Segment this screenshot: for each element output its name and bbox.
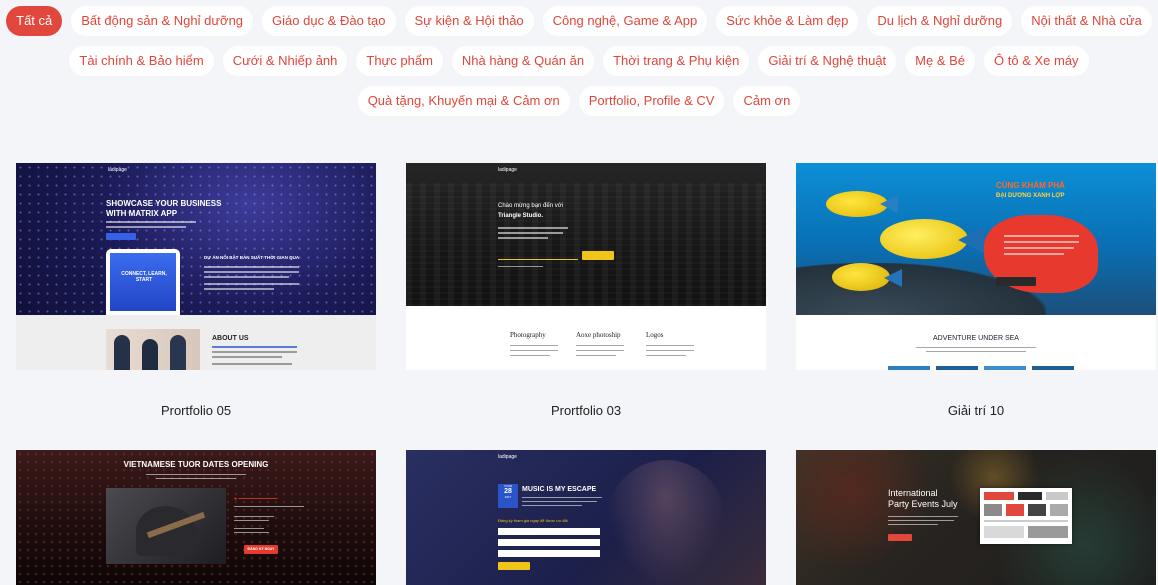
thumb-date-day: 28 [504,488,512,495]
thumb-headline: VIETNAMESE TUOR DATES OPENING [123,460,269,469]
filter-chip[interactable]: Thời trang & Phụ kiện [603,46,750,76]
template-thumbnail[interactable]: ladipage Chào mừng bạn đến với Triangle … [406,163,766,370]
thumb-headline: WITH MATRIX APP [106,209,178,218]
filter-chip[interactable]: Portfolio, Profile & CV [578,86,725,116]
thumb-section-title: DỰ ÁN NỔI BẬT BẢN SUẤT THỜI GIAN QUA [204,255,300,260]
filter-chip[interactable]: Sức khỏe & Làm đẹp [716,6,859,36]
filter-chip[interactable]: Tài chính & Bảo hiểm [69,46,214,76]
thumb-service: Aoxe photoship [576,331,621,339]
thumb-brand: ladipage [108,167,127,173]
thumb-form-title: Đăng ký tham gia ngay để được ưu đãi [498,518,568,523]
filter-chip[interactable]: Nội thất & Nhà cửa [1021,6,1152,36]
thumb-phone-text: CONNECT, LEARN, START [121,271,167,283]
filter-chip[interactable]: Giáo dục & Đào tạo [262,6,396,36]
filter-row-2: Tài chính & Bảo hiểm Cưới & Nhiếp ảnh Thực… [0,46,1158,76]
thumb-button: ĐĂNG KÝ NGAY [247,547,275,551]
filter-chip[interactable]: Cảm ơn [733,86,801,116]
template-thumbnail[interactable]: International Party Events July [796,450,1156,585]
thumb-about-title: ABOUT US [212,335,249,342]
thumb-headline: Chào mừng bạn đến với [498,203,563,209]
category-filter-bar: Tất cả Bất động sản & Nghỉ dưỡng Giáo dục … [0,6,1158,126]
thumb-headline: SHOWCASE YOUR BUSINESS [106,199,222,208]
filter-chip[interactable]: Du lịch & Nghỉ dưỡng [867,6,1013,36]
filter-chip[interactable]: Ô tô & Xe máy [984,46,1089,76]
thumb-section-title: ADVENTURE UNDER SEA [933,335,1019,342]
filter-row-3: Quà tặng, Khuyến mại & Cảm ơn Portfolio, … [0,86,1158,116]
template-name[interactable]: Prortfolio 03 [406,403,766,418]
template-thumbnail[interactable]: VIETNAMESE TUOR DATES OPENING ● ━━━━━━━━… [16,450,376,585]
filter-chip[interactable]: Công nghệ, Game & App [542,6,708,36]
thumb-headline: ĐẠI DƯƠNG XANH LỢP [996,193,1065,199]
filter-chip[interactable]: Quà tặng, Khuyến mại & Cảm ơn [357,86,570,116]
filter-chip[interactable]: Nhà hàng & Quán ăn [451,46,595,76]
thumb-brand: ladipage [498,454,517,460]
filter-chip[interactable]: Thực phẩm [356,46,443,76]
filter-chip[interactable]: Bất động sản & Nghỉ dưỡng [71,6,254,36]
template-thumbnail[interactable]: ladipage YOUR 28 2017 MUSIC IS MY ESCAPE… [406,450,766,585]
filter-chip[interactable]: Mẹ & Bé [905,46,976,76]
filter-row-1: Tất cả Bất động sản & Nghỉ dưỡng Giáo dục … [0,6,1158,36]
thumb-service: Logos [646,331,664,339]
thumb-service: Photography [510,331,546,339]
filter-chip[interactable]: Sự kiện & Hội thảo [404,6,534,36]
thumb-headline: International [888,488,938,498]
thumb-brand: ladipage [498,167,517,173]
thumb-date-year: 2017 [504,495,512,499]
filter-chip[interactable]: Cưới & Nhiếp ảnh [222,46,348,76]
template-thumbnail[interactable]: ladipage SHOWCASE YOUR BUSINESS WITH MAT… [16,163,376,370]
thumb-headline: CÙNG KHÁM PHÁ [996,181,1065,190]
template-name[interactable]: Giải trí 10 [796,403,1156,418]
thumb-headline: Party Events July [888,499,958,509]
template-name[interactable]: Prortfolio 05 [16,403,376,418]
template-thumbnail[interactable]: CÙNG KHÁM PHÁ ĐẠI DƯƠNG XANH LỢP ADVENTU… [796,163,1156,370]
thumb-headline: Triangle Studio. [498,213,544,219]
filter-chip[interactable]: Giải trí & Nghệ thuật [758,46,897,76]
thumb-headline: MUSIC IS MY ESCAPE [522,486,597,493]
filter-chip[interactable]: Tất cả [6,6,63,36]
